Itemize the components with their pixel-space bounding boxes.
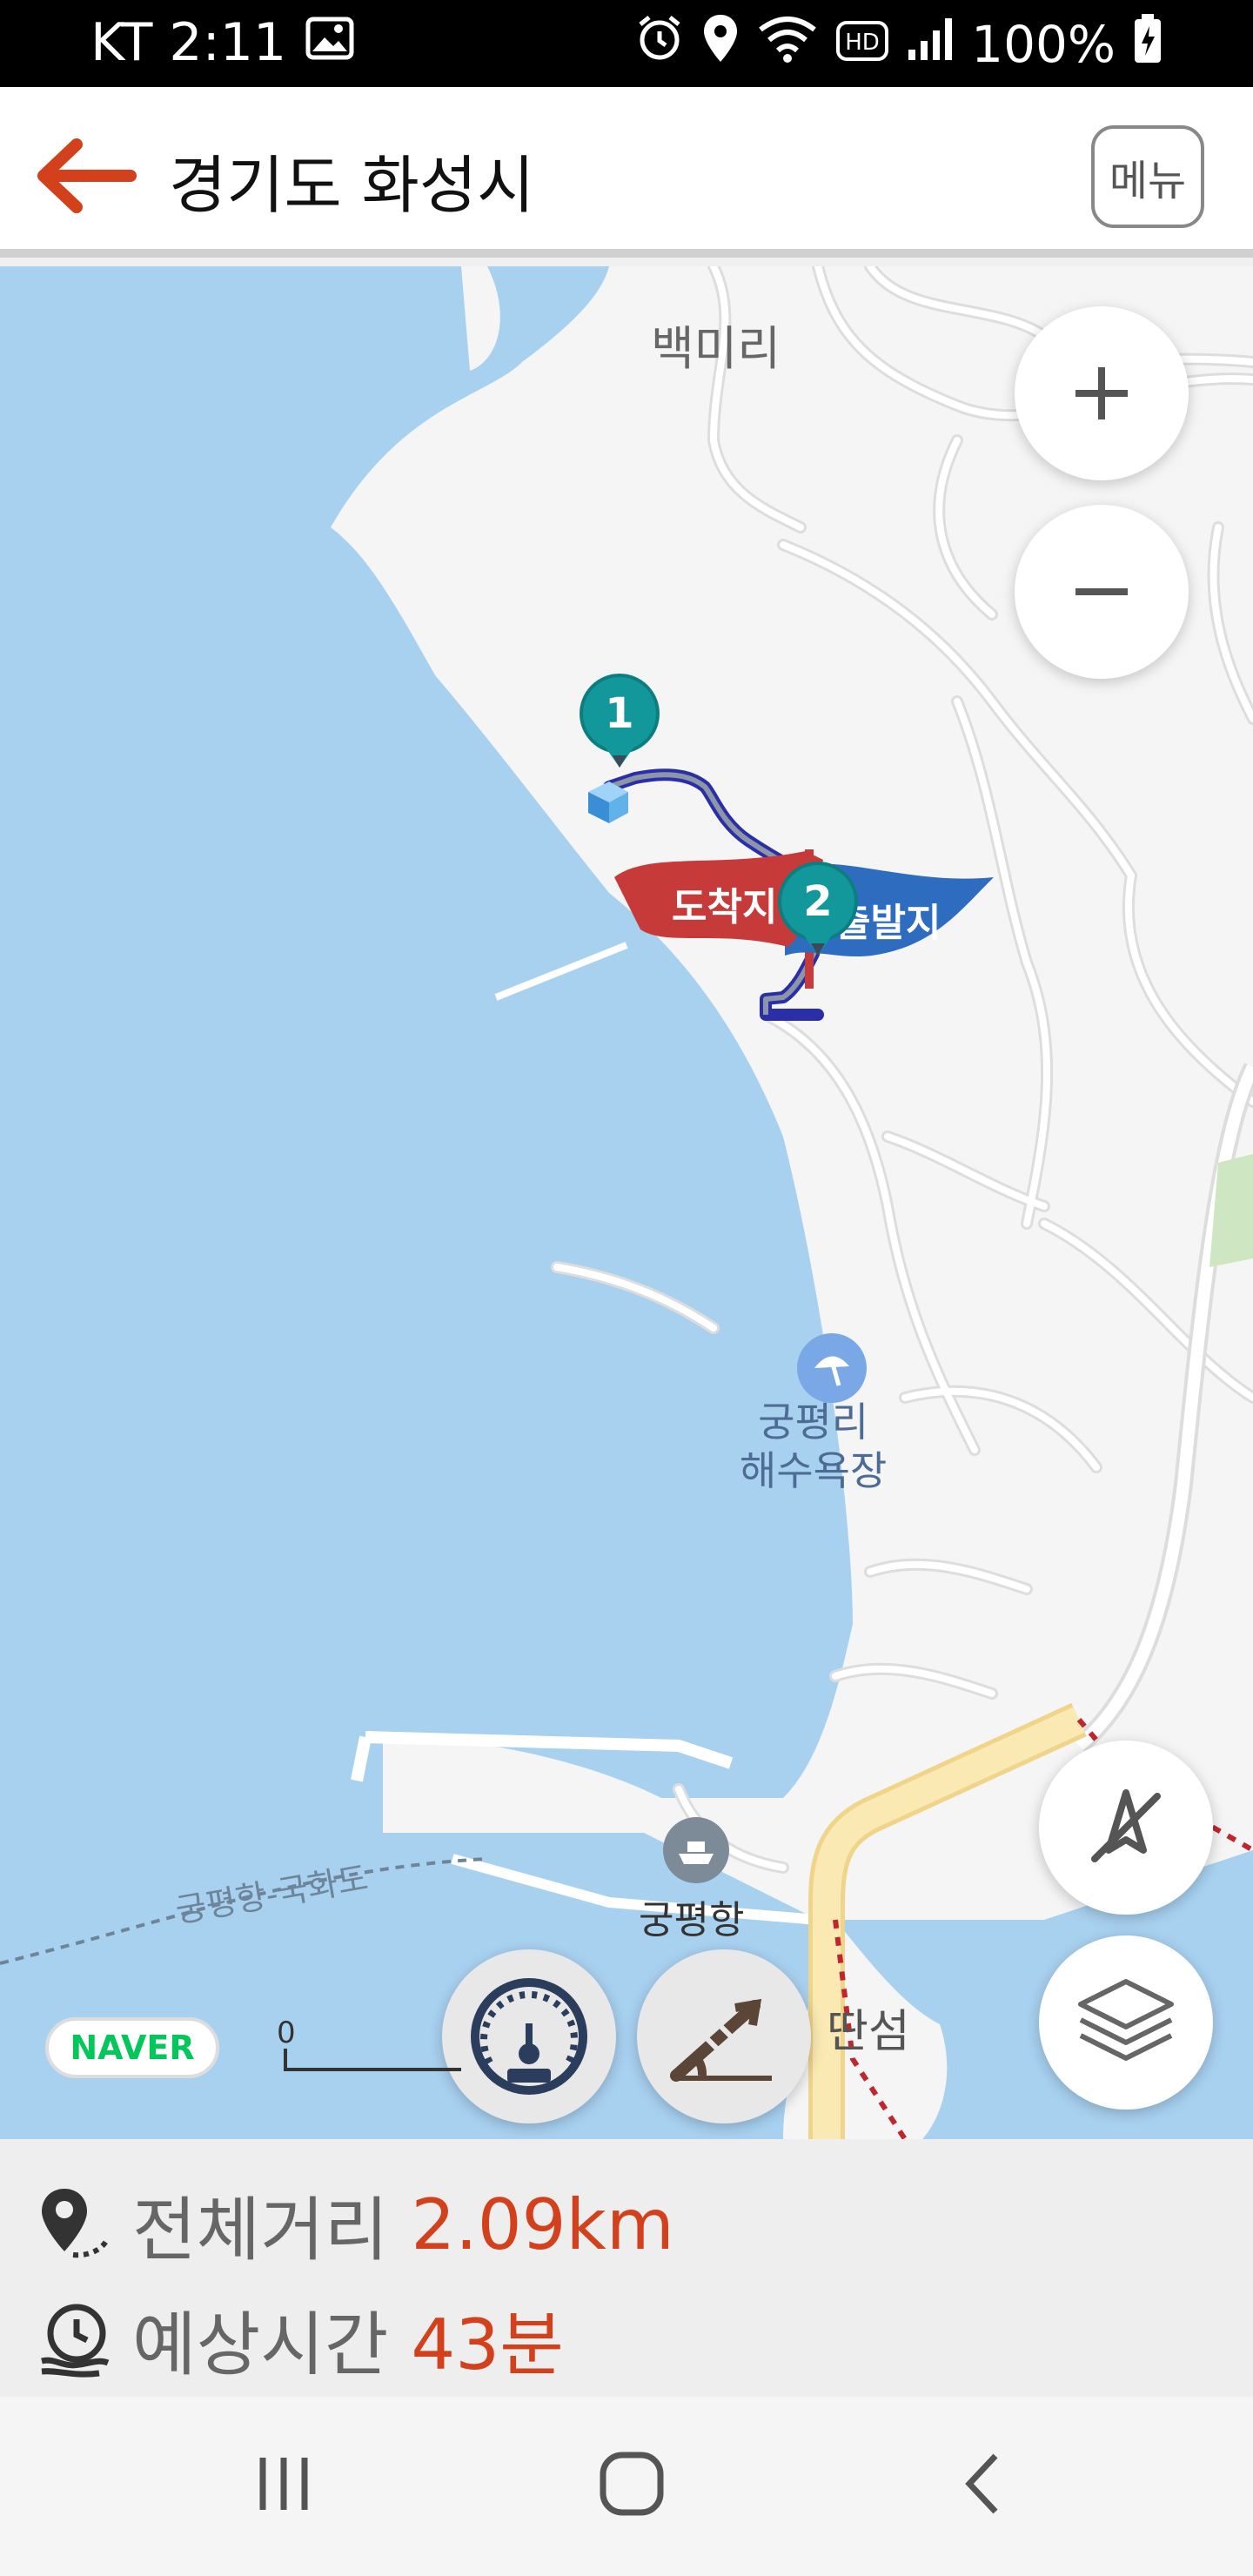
route-summary: 전체거리 2.09km 예상시간 43분: [0, 2139, 1253, 2397]
waypoint-marker-2[interactable]: 2: [776, 860, 860, 973]
zoom-in-button[interactable]: [1015, 306, 1189, 480]
distance-row: 전체거리 2.09km: [38, 2174, 674, 2275]
svg-text:HD: HD: [845, 30, 880, 56]
recent-apps-button[interactable]: [223, 2432, 345, 2536]
speedometer-button[interactable]: [442, 1949, 616, 2123]
time-value: 43분: [411, 2304, 564, 2385]
back-arrow-icon: [37, 138, 137, 213]
scale-bar: [284, 2049, 461, 2071]
battery-percent: 100%: [971, 15, 1116, 74]
hd-icon: HD: [835, 15, 889, 74]
home-icon: [600, 2452, 664, 2516]
back-nav-button[interactable]: [922, 2432, 1044, 2536]
menu-button[interactable]: 메뉴: [1091, 125, 1204, 228]
minus-icon: [1075, 588, 1128, 595]
app-bar: 경기도 화성시 메뉴: [0, 87, 1253, 258]
waypoint-2-label: 2: [803, 877, 833, 926]
page-title: 경기도 화성시: [169, 149, 535, 222]
beach-icon: [797, 1333, 867, 1403]
waypoint-marker-1[interactable]: 1: [578, 672, 661, 785]
alarm-icon: [635, 14, 684, 75]
slope-button[interactable]: [637, 1949, 811, 2123]
speedometer-icon: [471, 1978, 587, 2095]
time-clock-icon: [41, 2304, 110, 2378]
recent-apps-icon: [259, 2458, 308, 2510]
home-button[interactable]: [571, 2432, 693, 2536]
zoom-out-button[interactable]: [1015, 505, 1189, 679]
naver-logo: NAVER: [45, 2017, 219, 2078]
beach-label-line1: 궁평리: [758, 1399, 869, 1446]
distance-label: 전체거리: [132, 2190, 389, 2271]
distance-value: 2.09km: [411, 2184, 674, 2265]
compass-off-icon: [1091, 1789, 1161, 1862]
arrival-flag-label: 도착지: [672, 885, 778, 929]
distance-pin-icon: [42, 2189, 111, 2258]
compass-button[interactable]: [1039, 1741, 1213, 1915]
back-button[interactable]: [26, 134, 139, 218]
slope-icon: [670, 1998, 772, 2082]
system-nav-bar: [0, 2397, 1253, 2576]
status-left: KT 2:11: [90, 12, 354, 73]
scale-label: 0: [277, 2016, 296, 2050]
ferry-port-icon: [663, 1817, 729, 1883]
beach-label-line2: 해수욕장: [740, 1447, 888, 1494]
layers-icon: [1078, 1979, 1174, 2061]
waypoint-1-label: 1: [605, 689, 634, 738]
time-label: 예상시간: [132, 2304, 389, 2385]
village-label: 백미리: [651, 321, 781, 376]
signal-icon: [907, 15, 954, 74]
beach-label: 궁평리 해수욕장: [740, 1398, 887, 1495]
time-row: 예상시간 43분: [38, 2289, 564, 2390]
carrier-time: KT 2:11: [90, 12, 287, 73]
chevron-left-icon: [965, 2453, 998, 2514]
layers-button[interactable]: [1039, 1935, 1213, 2110]
plus-icon: [1075, 367, 1128, 419]
status-bar: KT 2:11 HD 100%: [0, 0, 1253, 87]
map-view[interactable]: 백미리 궁평리 해수욕장 궁평항 궁평항-국화도 딴섬 출발지 도착지 1 2: [0, 266, 1253, 2139]
battery-charging-icon: [1133, 12, 1163, 77]
island-label: 딴섬: [827, 2006, 910, 2058]
wifi-icon: [757, 14, 818, 75]
location-icon: [701, 13, 740, 76]
image-icon: [305, 12, 354, 73]
breakwater: [351, 1735, 372, 1782]
status-right: HD 100%: [635, 12, 1163, 77]
port-label: 궁평항: [639, 1898, 745, 1942]
